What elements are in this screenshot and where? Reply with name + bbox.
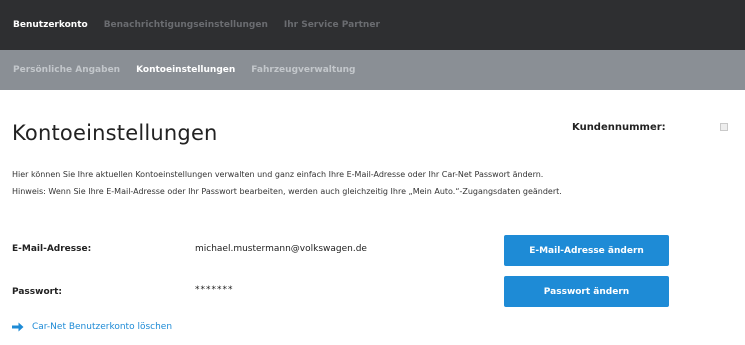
tab-kontoeinstellungen[interactable]: Kontoeinstellungen	[136, 65, 235, 75]
change-password-button[interactable]: Passwort ändern	[504, 276, 669, 307]
delete-account-link[interactable]: Car-Net Benutzerkonto löschen	[12, 322, 172, 332]
tab-fahrzeugverwaltung[interactable]: Fahrzeugverwaltung	[251, 65, 355, 75]
tab-benachrichtigungseinstellungen[interactable]: Benachrichtigungseinstellungen	[104, 20, 268, 30]
delete-account-label: Car-Net Benutzerkonto löschen	[32, 322, 173, 332]
intro-text: Hier können Sie Ihre aktuellen Kontoeins…	[12, 166, 562, 200]
kundennummer-value	[720, 123, 728, 131]
arrow-right-icon	[12, 322, 24, 332]
email-label: E-Mail-Adresse:	[12, 244, 92, 254]
change-email-button[interactable]: E-Mail-Adresse ändern	[504, 235, 669, 266]
kundennummer-label: Kundennummer:	[572, 122, 666, 133]
main-content: Kontoeinstellungen Kundennummer: Hier kö…	[0, 90, 745, 345]
intro-line-2: Hinweis: Wenn Sie Ihre E-Mail-Adresse od…	[12, 187, 562, 196]
tab-service-partner[interactable]: Ihr Service Partner	[284, 20, 380, 30]
top-navigation: Benutzerkonto Benachrichtigungseinstellu…	[0, 0, 745, 50]
tab-persoenliche-angaben[interactable]: Persönliche Angaben	[13, 65, 120, 75]
email-value: michael.mustermann@volkswagen.de	[195, 244, 367, 254]
intro-line-1: Hier können Sie Ihre aktuellen Kontoeins…	[12, 170, 544, 179]
page-title: Kontoeinstellungen	[12, 121, 218, 145]
tab-benutzerkonto[interactable]: Benutzerkonto	[13, 20, 88, 30]
sub-navigation: Persönliche Angaben Kontoeinstellungen F…	[0, 50, 745, 90]
password-label: Passwort:	[12, 287, 62, 297]
password-value: *******	[195, 285, 234, 295]
